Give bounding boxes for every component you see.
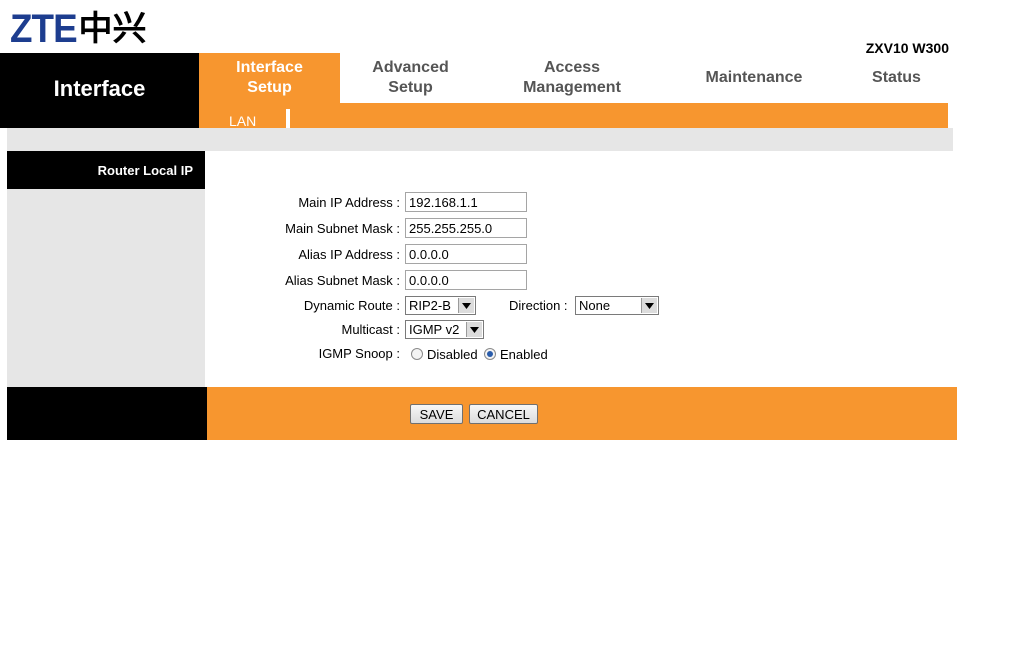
alias-subnet-input[interactable]: [405, 270, 527, 290]
logo-cjk-text: 中兴: [78, 9, 147, 49]
dynamic-route-label: Dynamic Route :: [303, 298, 400, 313]
tab-access-management[interactable]: Access Management: [481, 53, 663, 103]
main-subnet-input[interactable]: [405, 218, 527, 238]
igmp-enabled-label: Enabled: [500, 347, 548, 362]
tab-status[interactable]: Status: [845, 53, 948, 103]
subtab-lan[interactable]: LAN: [229, 113, 256, 129]
chevron-down-icon: [641, 298, 657, 313]
alias-subnet-label: Alias Subnet Mask :: [285, 273, 400, 288]
subnav-bar: [199, 103, 948, 128]
tab-label-line1: Access: [543, 59, 601, 76]
main-subnet-label: Main Subnet Mask :: [285, 221, 400, 236]
cancel-button[interactable]: CANCEL: [469, 404, 538, 424]
tab-label-line2: Setup: [388, 79, 433, 96]
tab-advanced-setup[interactable]: Advanced Setup: [340, 53, 481, 103]
save-button[interactable]: SAVE: [410, 404, 463, 424]
tab-label: Maintenance: [705, 69, 803, 86]
tab-interface-setup[interactable]: Interface Setup: [199, 53, 340, 103]
section-title: Router Local IP: [7, 151, 205, 189]
igmp-disabled-label: Disabled: [427, 347, 478, 362]
direction-select[interactable]: None: [575, 296, 659, 315]
tab-label-line2: Setup: [247, 79, 292, 96]
main-ip-label: Main IP Address :: [298, 195, 400, 210]
alias-ip-label: Alias IP Address :: [298, 247, 400, 262]
logo-text: ZTE: [10, 7, 78, 51]
multicast-select[interactable]: IGMP v2: [405, 320, 484, 339]
multicast-label: Multicast :: [341, 322, 400, 337]
chevron-down-icon: [458, 298, 474, 313]
tab-label-line1: Interface: [236, 59, 303, 76]
subnav-separator: [286, 109, 290, 128]
tab-label-line1: Advanced: [372, 59, 449, 76]
zte-logo: ZTE 中兴: [10, 8, 147, 50]
igmp-disabled-radio[interactable]: [411, 348, 423, 360]
dynamic-route-value: RIP2-B: [409, 298, 451, 313]
nav-section-title: Interface: [0, 53, 199, 128]
alias-ip-input[interactable]: [405, 244, 527, 264]
igmp-snoop-label: IGMP Snoop :: [318, 346, 400, 361]
chevron-down-icon: [466, 322, 482, 337]
multicast-value: IGMP v2: [409, 322, 460, 337]
tab-maintenance[interactable]: Maintenance: [663, 53, 845, 103]
direction-value: None: [579, 298, 611, 313]
dynamic-route-select[interactable]: RIP2-B: [405, 296, 476, 315]
main-ip-input[interactable]: [405, 192, 527, 212]
header-divider: [7, 128, 953, 151]
footer-action-bar: [207, 387, 957, 440]
tab-label-line2: Management: [523, 79, 621, 96]
direction-label: Direction :: [509, 298, 568, 313]
footer-left-block: [7, 387, 207, 440]
tab-label: Status: [872, 69, 921, 86]
igmp-enabled-radio[interactable]: [484, 348, 496, 360]
